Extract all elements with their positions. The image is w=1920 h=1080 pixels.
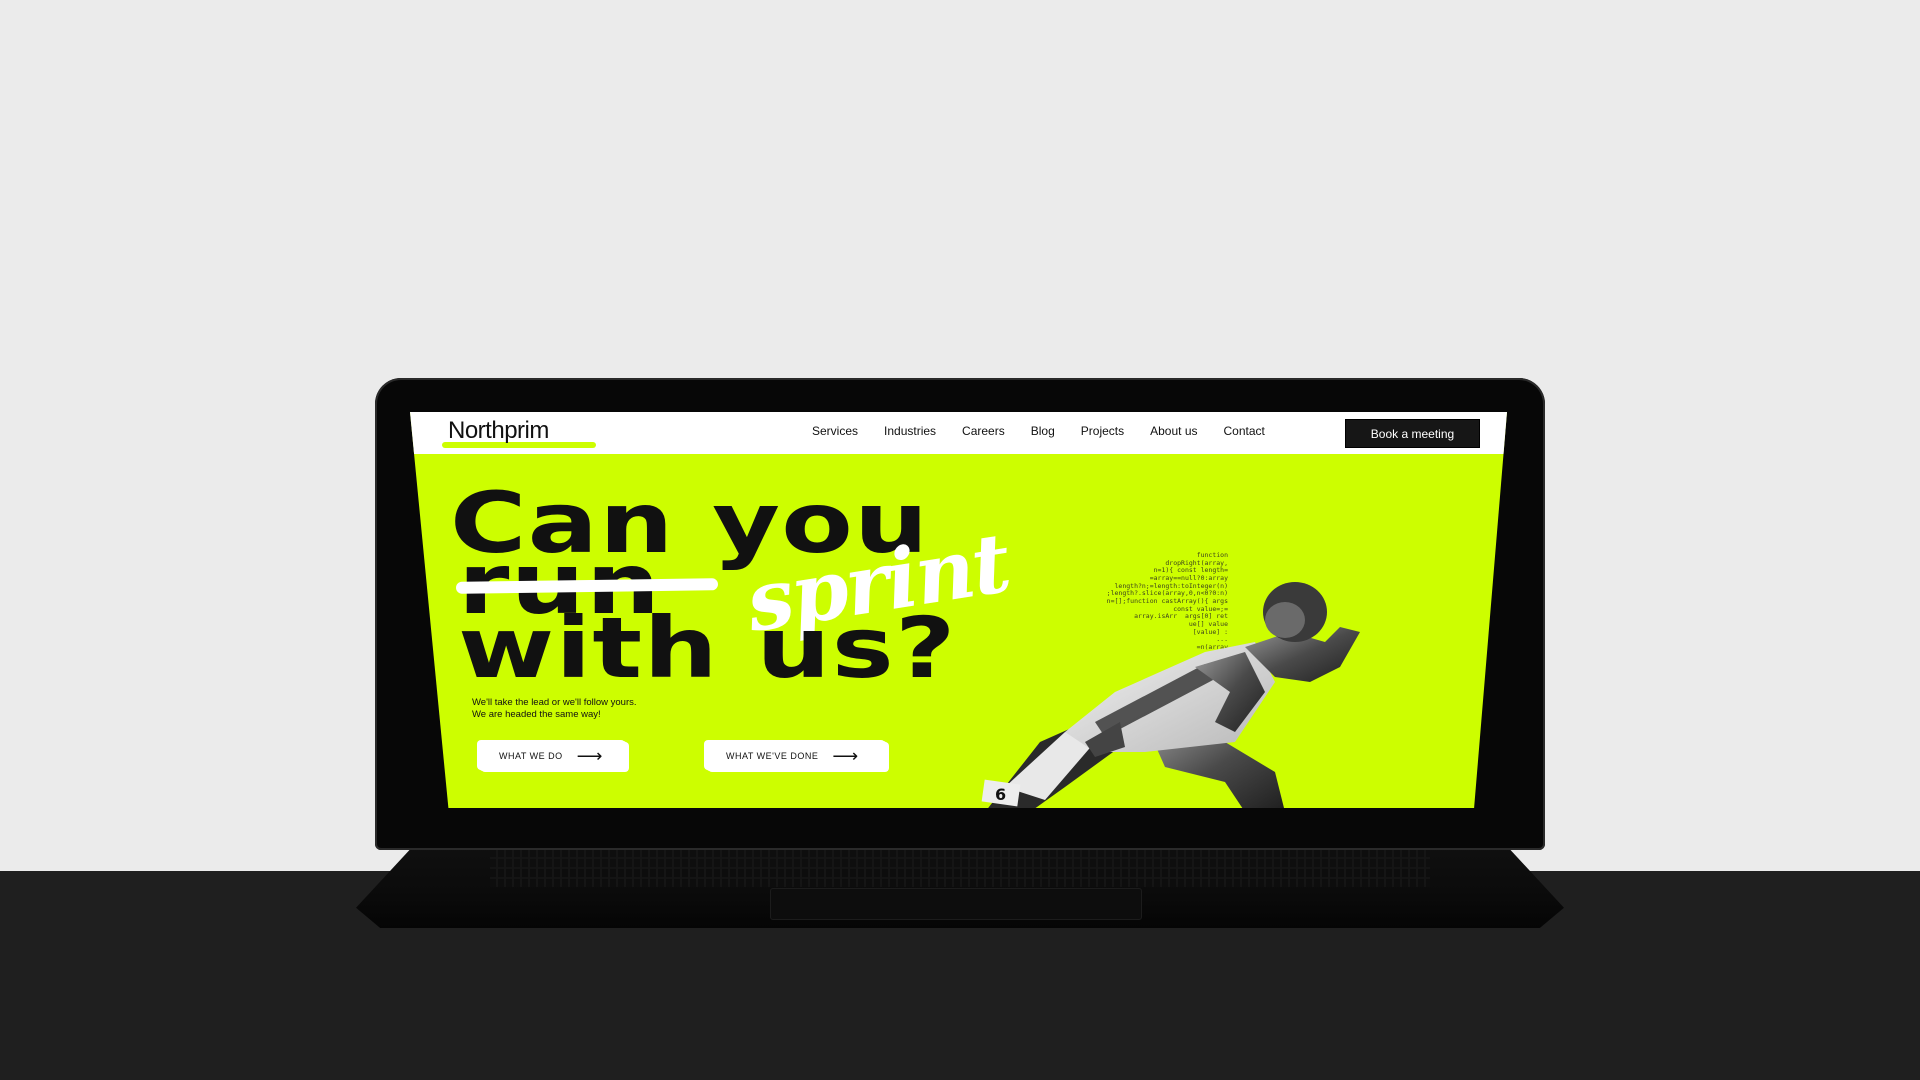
nav-links: Services Industries Careers Blog Project… [812, 424, 1265, 438]
nav-link-projects[interactable]: Projects [1081, 424, 1124, 438]
laptop-trackpad [770, 888, 1142, 920]
top-navigation: Northprim Services Industries Careers Bl… [410, 412, 1507, 454]
athlete-sprinter-image: 6 [981, 582, 1360, 808]
hero-tagline: We'll take the lead or we'll follow your… [472, 697, 637, 721]
what-we-do-button[interactable]: WHAT WE DO ⟶ [479, 741, 627, 771]
nav-link-careers[interactable]: Careers [962, 424, 1005, 438]
laptop-keyboard [490, 845, 1430, 887]
nav-link-contact[interactable]: Contact [1224, 424, 1265, 438]
strikethrough-brush [455, 578, 719, 594]
tagline-line-1: We'll take the lead or we'll follow your… [472, 697, 637, 708]
nav-link-about-us[interactable]: About us [1150, 424, 1197, 438]
nav-link-services[interactable]: Services [812, 424, 858, 438]
book-a-meeting-button[interactable]: Book a meeting [1345, 419, 1480, 448]
nav-link-blog[interactable]: Blog [1031, 424, 1055, 438]
site-logo[interactable]: Northprim [448, 417, 549, 445]
nav-link-industries[interactable]: Industries [884, 424, 936, 438]
headline-line-3: with us? [458, 599, 957, 697]
what-weve-done-label: WHAT WE'VE DONE [726, 751, 819, 761]
what-we-do-label: WHAT WE DO [499, 751, 563, 761]
arrow-right-icon: ⟶ [832, 746, 859, 766]
bib-number: 6 [995, 785, 1006, 804]
arrow-right-icon: ⟶ [576, 746, 603, 766]
what-weve-done-button[interactable]: WHAT WE'VE DONE ⟶ [706, 741, 887, 771]
tagline-line-2: We are headed the same way! [472, 708, 601, 720]
website-screen: Can you run sprint with us? function dro… [410, 412, 1507, 808]
